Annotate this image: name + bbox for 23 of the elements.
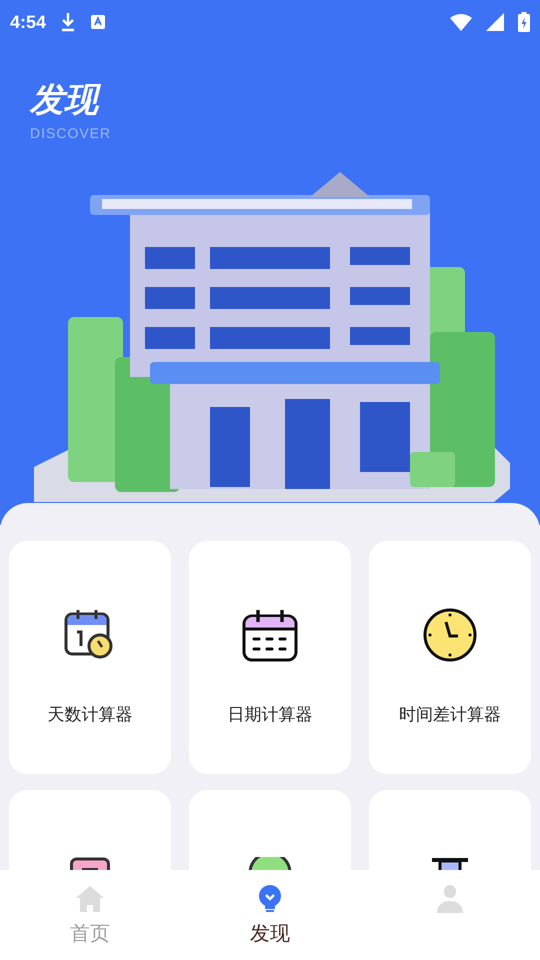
tool-label: 天数计算器 bbox=[48, 704, 132, 726]
keyboard-icon bbox=[90, 14, 106, 30]
tool-card[interactable] bbox=[369, 790, 531, 870]
status-time: 4:54 bbox=[10, 12, 46, 32]
page-subtitle: DISCOVER bbox=[30, 125, 112, 142]
wifi-icon bbox=[450, 13, 472, 31]
person-icon bbox=[435, 884, 465, 914]
download-icon bbox=[60, 12, 76, 32]
note-icon bbox=[70, 857, 110, 870]
page-title: 发现 bbox=[30, 82, 540, 120]
tool-card[interactable] bbox=[9, 790, 171, 870]
tool-card[interactable] bbox=[189, 790, 351, 870]
tool-label: 时间差计算器 bbox=[399, 704, 501, 726]
tool-card[interactable]: 日期计算器 bbox=[189, 541, 351, 774]
tool-card[interactable]: 时间差计算器 bbox=[369, 541, 531, 774]
home-icon bbox=[75, 884, 105, 914]
calendar-icon bbox=[242, 607, 298, 663]
tool-card[interactable]: 天数计算器 bbox=[9, 541, 171, 774]
battery-icon bbox=[518, 12, 530, 32]
nav-tab[interactable]: 发现 bbox=[180, 870, 360, 960]
signal-icon bbox=[486, 13, 504, 31]
tool-label: 日期计算器 bbox=[228, 704, 312, 726]
clock-icon bbox=[422, 607, 478, 663]
